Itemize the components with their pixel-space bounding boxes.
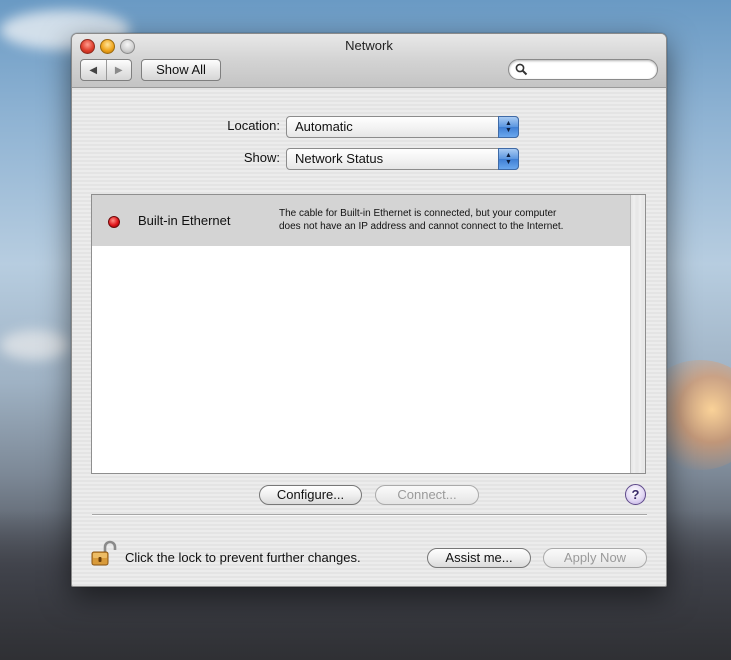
- status-description-line: does not have an IP address and cannot c…: [279, 221, 564, 232]
- status-description-line: The cable for Built-in Ethernet is conne…: [279, 208, 557, 219]
- window-titlebar: Network ◀ ▶ Show All: [72, 34, 666, 88]
- apply-now-button[interactable]: Apply Now: [543, 548, 647, 568]
- back-arrow-icon: ◀: [89, 64, 98, 76]
- vertical-scrollbar[interactable]: [630, 195, 645, 473]
- list-item[interactable]: Built-in Ethernet The cable for Built-in…: [92, 195, 630, 246]
- window-title: Network: [345, 38, 393, 53]
- location-popup-value: Automatic: [295, 119, 353, 134]
- status-red-icon: [108, 216, 120, 228]
- interface-status-description: The cable for Built-in Ethernet is conne…: [279, 207, 619, 233]
- divider: [92, 514, 647, 516]
- network-status-list: Built-in Ethernet The cable for Built-in…: [91, 194, 646, 474]
- location-popup[interactable]: Automatic ▲ ▼: [286, 116, 519, 138]
- interface-name: Built-in Ethernet: [138, 213, 231, 228]
- assist-me-button[interactable]: Assist me...: [427, 548, 531, 568]
- connect-button[interactable]: Connect...: [375, 485, 479, 505]
- forward-button[interactable]: ▶: [105, 60, 132, 80]
- show-popup[interactable]: Network Status ▲ ▼: [286, 148, 519, 170]
- show-popup-value: Network Status: [295, 151, 384, 166]
- back-button[interactable]: ◀: [81, 60, 106, 80]
- lock-message: Click the lock to prevent further change…: [125, 550, 361, 565]
- open-lock-icon[interactable]: [90, 540, 118, 568]
- magnifier-icon: [515, 63, 528, 76]
- chevron-updown-icon: ▲ ▼: [498, 116, 519, 138]
- desktop-cloud: [0, 330, 70, 360]
- show-all-button[interactable]: Show All: [141, 59, 221, 81]
- chevron-updown-icon: ▲ ▼: [498, 148, 519, 170]
- location-label: Location:: [227, 118, 280, 133]
- search-field[interactable]: [508, 59, 658, 80]
- show-label: Show:: [243, 150, 280, 165]
- configure-button[interactable]: Configure...: [259, 485, 362, 505]
- help-button[interactable]: ?: [625, 484, 646, 505]
- forward-arrow-icon: ▶: [114, 64, 123, 76]
- network-preferences-window: Network ◀ ▶ Show All Location: Automatic…: [71, 33, 667, 587]
- back-forward-control: ◀ ▶: [80, 59, 132, 81]
